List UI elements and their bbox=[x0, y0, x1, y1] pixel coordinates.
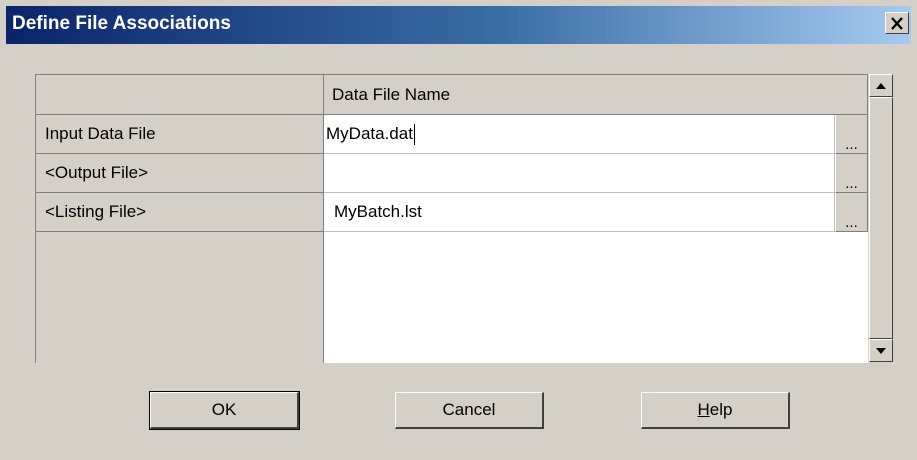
scroll-up-button[interactable] bbox=[869, 74, 893, 97]
browse-button-input-data-file[interactable]: ... bbox=[835, 115, 868, 154]
dialog-title: Define File Associations bbox=[12, 13, 231, 34]
scroll-down-button[interactable] bbox=[869, 339, 893, 362]
field-value: MyBatch.lst bbox=[334, 202, 422, 221]
cancel-button[interactable]: Cancel bbox=[395, 392, 544, 429]
listing-file-field[interactable]: MyBatch.lst bbox=[324, 193, 835, 232]
ellipsis-icon: ... bbox=[845, 214, 858, 231]
empty-row-header-area bbox=[36, 232, 324, 363]
row-label-listing-file: <Listing File> bbox=[36, 193, 324, 232]
row-label-input-data-file: Input Data File bbox=[36, 115, 324, 154]
column-header-data-file-name[interactable]: Data File Name bbox=[324, 75, 868, 115]
input-data-file-field[interactable]: MyData.dat bbox=[324, 115, 835, 154]
field-value: MyData.dat bbox=[326, 124, 413, 143]
help-label-rest: elp bbox=[709, 400, 733, 419]
vertical-scrollbar[interactable] bbox=[869, 74, 893, 362]
help-button[interactable]: Help bbox=[641, 392, 790, 429]
empty-grid-area bbox=[324, 232, 868, 363]
title-bar[interactable]: Define File Associations bbox=[6, 6, 911, 44]
text-caret bbox=[413, 123, 415, 145]
browse-button-listing-file[interactable]: ... bbox=[835, 193, 868, 232]
close-button[interactable] bbox=[885, 12, 909, 34]
define-file-associations-dialog: Define File Associations Data File Name … bbox=[0, 0, 917, 460]
row-label: Input Data File bbox=[45, 124, 156, 143]
column-header-label: Data File Name bbox=[332, 84, 451, 104]
file-association-grid: Data File Name Input Data File MyData.da… bbox=[35, 74, 868, 363]
ellipsis-icon: ... bbox=[845, 175, 858, 192]
ok-button[interactable]: OK bbox=[149, 391, 300, 430]
scroll-thumb[interactable] bbox=[869, 97, 893, 339]
triangle-up-icon bbox=[876, 82, 886, 89]
row-label: <Listing File> bbox=[45, 202, 147, 221]
row-label: <Output File> bbox=[45, 163, 149, 182]
output-file-field[interactable] bbox=[324, 154, 835, 193]
triangle-down-icon bbox=[876, 347, 886, 354]
browse-button-output-file[interactable]: ... bbox=[835, 154, 868, 193]
help-mnemonic: H bbox=[697, 400, 710, 419]
grid-corner-header bbox=[36, 75, 324, 115]
help-button-label: Help bbox=[698, 400, 733, 420]
close-icon bbox=[891, 16, 903, 30]
ok-button-label: OK bbox=[211, 400, 237, 419]
ellipsis-icon: ... bbox=[845, 136, 858, 153]
cancel-button-label: Cancel bbox=[442, 400, 496, 419]
row-label-output-file: <Output File> bbox=[36, 154, 324, 193]
